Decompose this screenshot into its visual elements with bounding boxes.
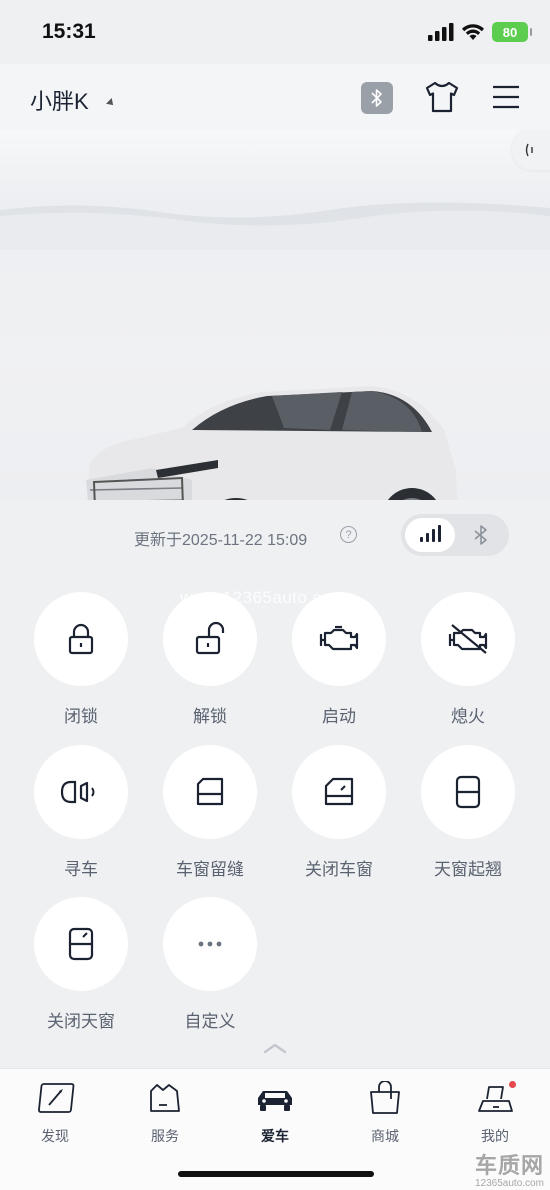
profile-icon [460, 1081, 530, 1120]
action-label: 关闭车窗 [305, 860, 373, 879]
lock-icon [61, 619, 101, 659]
signal-bar [431, 529, 435, 542]
action-button[interactable] [163, 592, 257, 686]
background-dune [0, 202, 550, 250]
action-label: 闭锁 [64, 707, 98, 726]
network-mode-option[interactable] [405, 518, 455, 552]
tab-label: 发现 [41, 1128, 69, 1144]
action-window-close[interactable]: 关闭车窗 [274, 745, 404, 880]
tab-label: 我的 [481, 1128, 509, 1144]
window-close-icon [319, 772, 359, 812]
bluetooth-mode-option[interactable] [470, 524, 492, 546]
vehicle-image [86, 386, 458, 500]
status-icons: 80 [428, 22, 532, 42]
action-button[interactable] [34, 592, 128, 686]
battery-indicator: 80 [492, 22, 532, 42]
action-label: 启动 [322, 707, 356, 726]
sunroof-close-icon [61, 924, 101, 964]
bluetooth-key-button[interactable] [361, 82, 393, 114]
action-button[interactable] [163, 745, 257, 839]
action-label: 关闭天窗 [47, 1012, 115, 1031]
find-car-icon [57, 772, 105, 812]
service-icon [130, 1081, 200, 1120]
tab-car[interactable]: 爱车 [240, 1081, 310, 1146]
signal-bar [437, 525, 441, 542]
wifi-icon [462, 24, 484, 40]
chevron-up-icon[interactable] [262, 1040, 288, 1056]
unlock-icon [190, 619, 230, 659]
bluetooth-icon [371, 89, 382, 107]
shopping-bag-icon [350, 1080, 420, 1120]
action-button[interactable] [421, 745, 515, 839]
cellular-signal-icon [428, 23, 454, 41]
tab-label: 爱车 [261, 1128, 289, 1144]
action-sunroof-tilt[interactable]: 天窗起翘 [403, 745, 533, 880]
car-skin-button[interactable] [424, 80, 460, 114]
side-panel-handle[interactable] [512, 130, 550, 170]
last-updated-text: 更新于2025-11-22 15:09 [134, 532, 308, 549]
action-find-car[interactable]: 寻车 [16, 745, 146, 880]
action-more[interactable]: 自定义 [145, 897, 275, 1032]
more-icon [190, 924, 230, 964]
action-window-vent[interactable]: 车窗留缝 [145, 745, 275, 880]
action-engine-off[interactable]: 熄火 [403, 592, 533, 727]
caret-down-icon[interactable] [106, 98, 116, 108]
sound-icon [525, 143, 533, 157]
tab-profile[interactable]: 我的 [460, 1081, 530, 1146]
car-name-selector[interactable]: 小胖K [30, 84, 89, 116]
tab-compass[interactable]: 发现 [20, 1081, 90, 1146]
action-button[interactable] [421, 592, 515, 686]
action-label: 熄火 [451, 707, 485, 726]
help-icon[interactable]: ? [340, 526, 357, 543]
header: 小胖K [0, 64, 550, 130]
action-engine-start[interactable]: 启动 [274, 592, 404, 727]
menu-icon[interactable] [491, 82, 521, 112]
car-icon [240, 1081, 310, 1120]
action-label: 车窗留缝 [176, 860, 244, 879]
signal-bar [419, 537, 423, 542]
tab-label: 服务 [151, 1128, 179, 1144]
status-time: 15:31 [42, 20, 96, 43]
action-button[interactable] [292, 592, 386, 686]
action-unlock[interactable]: 解锁 [145, 592, 275, 727]
status-bar: 15:31 80 [0, 0, 550, 64]
action-button[interactable] [34, 897, 128, 991]
sunroof-tilt-icon [448, 772, 488, 812]
tab-label: 商城 [371, 1128, 399, 1144]
tab-shopping-bag[interactable]: 商城 [350, 1080, 420, 1146]
action-button[interactable] [34, 745, 128, 839]
signal-bar [425, 533, 429, 542]
action-label: 解锁 [193, 707, 227, 726]
site-watermark-title: 车质网 [474, 1153, 544, 1178]
site-watermark-logo: 车质网 12365auto.com [475, 1148, 544, 1189]
engine-start-icon [315, 619, 363, 659]
action-label: 天窗起翘 [434, 860, 502, 879]
action-button[interactable] [163, 897, 257, 991]
site-watermark-url: 12365auto.com [474, 1178, 544, 1189]
action-label: 寻车 [64, 860, 98, 879]
action-button[interactable] [292, 745, 386, 839]
window-vent-icon [190, 772, 230, 812]
notification-dot [509, 1081, 516, 1088]
action-label: 自定义 [184, 1012, 236, 1031]
tab-service[interactable]: 服务 [130, 1081, 200, 1146]
action-sunroof-close[interactable]: 关闭天窗 [16, 897, 146, 1032]
compass-icon [20, 1081, 90, 1120]
vehicle-hero [0, 130, 550, 500]
home-indicator [178, 1171, 374, 1177]
engine-off-icon [444, 619, 492, 659]
action-lock[interactable]: 闭锁 [16, 592, 146, 727]
